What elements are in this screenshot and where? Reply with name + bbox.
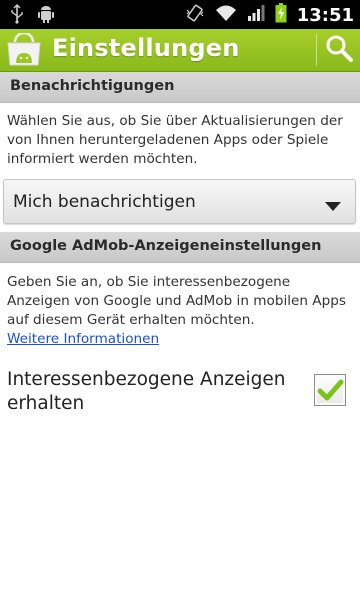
notification-select[interactable]: Mich benachrichtigen (3, 179, 356, 224)
page-title: Einstellungen (52, 34, 240, 62)
search-button[interactable] (318, 29, 360, 71)
interest-ads-label[interactable]: Interessenbezogene Anzeigen erhalten (7, 368, 297, 416)
learn-more-link[interactable]: Weitere Informationen (7, 331, 159, 347)
interest-ads-checkbox[interactable] (314, 374, 346, 406)
android-debug-icon (38, 5, 54, 27)
section-title: Benachrichtigungen (10, 78, 175, 94)
section-header-admob: Google AdMob-Anzeigeneinstellungen (0, 232, 360, 263)
market-bag-icon[interactable] (4, 31, 44, 67)
battery-charging-icon (275, 3, 287, 27)
status-bar: 13:51 (0, 0, 360, 29)
divider (316, 34, 317, 66)
dropdown-arrow-icon (325, 197, 341, 211)
admob-description-text: Geben Sie an, ob Sie interessenbezogene … (7, 274, 346, 328)
section-header-notifications: Benachrichtigungen (0, 72, 360, 103)
admob-description: Geben Sie an, ob Sie interessenbezogene … (7, 273, 353, 349)
notifications-description: Wählen Sie aus, ob Sie über Aktualisieru… (7, 113, 343, 167)
clock: 13:51 (296, 4, 354, 26)
section-title: Google AdMob-Anzeigeneinstellungen (10, 238, 322, 254)
notification-select-value: Mich benachrichtigen (13, 192, 196, 212)
search-icon (325, 34, 353, 66)
wifi-icon (215, 4, 237, 26)
signal-icon (247, 4, 265, 26)
action-bar: Einstellungen (0, 29, 360, 72)
vibrate-icon (185, 3, 205, 27)
usb-icon (10, 4, 24, 28)
